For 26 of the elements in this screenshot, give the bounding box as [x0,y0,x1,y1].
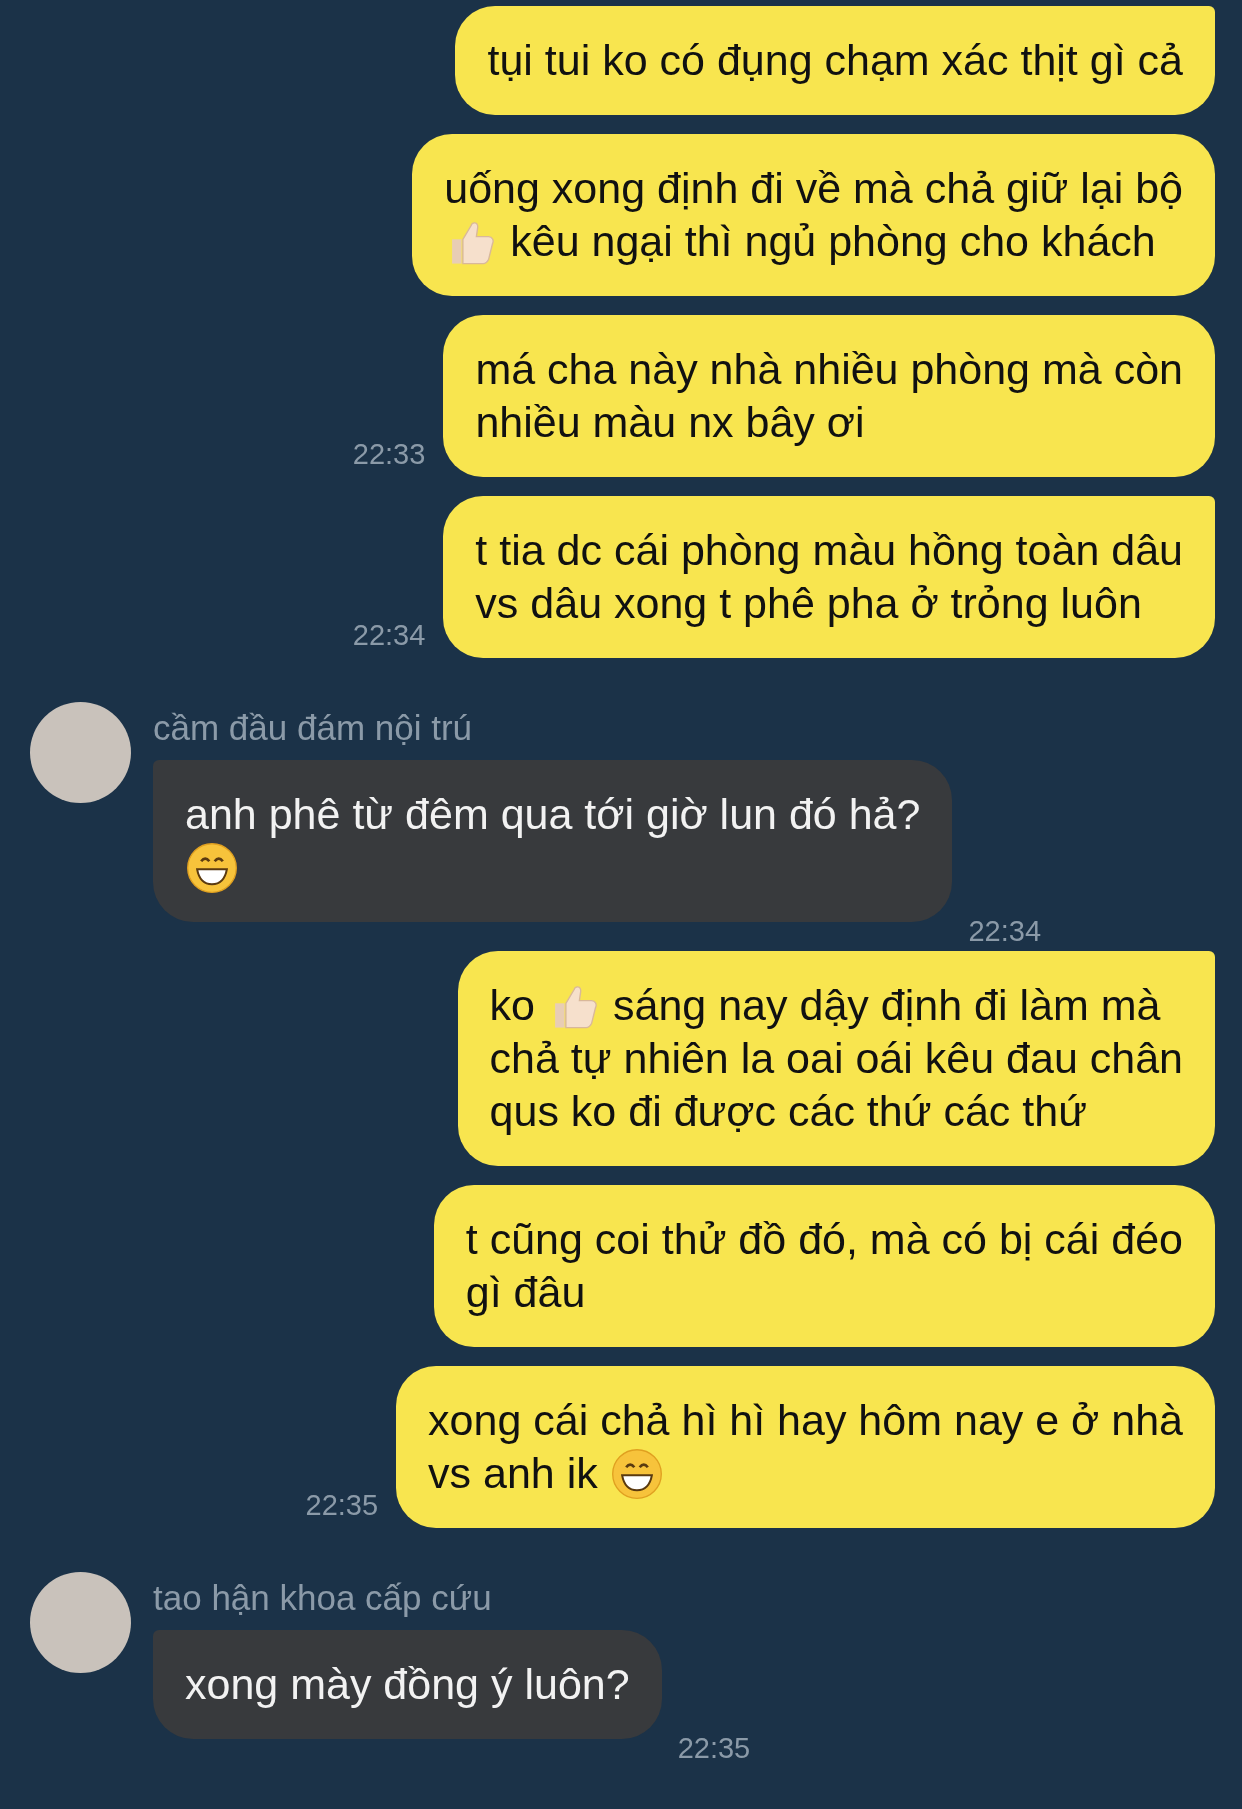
sender-name: cầm đầu đám nội trú [153,708,474,748]
message-text: kêu ngại thì ngủ phòng cho khách [510,216,1156,267]
timestamp: 22:33 [352,438,426,471]
message-text: sáng nay dậy định đi làm mà [613,980,1161,1031]
message-text: nhiều màu nx bây ơi [475,397,865,448]
message-text: uống xong định đi về mà chả giữ lại bộ [444,163,1183,214]
timestamp: 22:35 [305,1489,379,1522]
message-text: xong cái chả hì hì hay hôm nay e ở nhà [428,1395,1183,1446]
message-text: chả tự nhiên la oai oái kêu đau chân [489,1033,1183,1084]
timestamp: 22:35 [677,1732,751,1765]
message-text: qus ko đi được các thứ các thứ [489,1086,1087,1137]
message-text: má cha này nhà nhiều phòng mà còn [475,344,1183,395]
message-text: t tia dc cái phòng màu hồng toàn dâu [475,525,1183,576]
message-text: tụi tui ko có đụng chạm xác thịt gì cả [487,35,1183,86]
grinning-face-icon [185,840,239,895]
timestamp: 22:34 [352,619,426,652]
message-text: anh phê từ đêm qua tới giờ lun đó hả? [185,789,921,840]
message-text: xong mày đồng ý luôn? [185,1659,630,1710]
message-text: gì đâu [465,1267,586,1318]
grinning-face-icon [609,1446,664,1501]
message-text: ko [489,980,535,1031]
message-text: vs anh ik [428,1448,598,1499]
timestamp: 22:34 [968,915,1042,948]
message-text: t cũng coi thử đồ đó, mà có bị cái đéo [465,1214,1183,1265]
sender-name: tao hận khoa cấp cứu [153,1578,493,1618]
message-text: vs dâu xong t phê pha ở trỏng luôn [475,578,1142,629]
